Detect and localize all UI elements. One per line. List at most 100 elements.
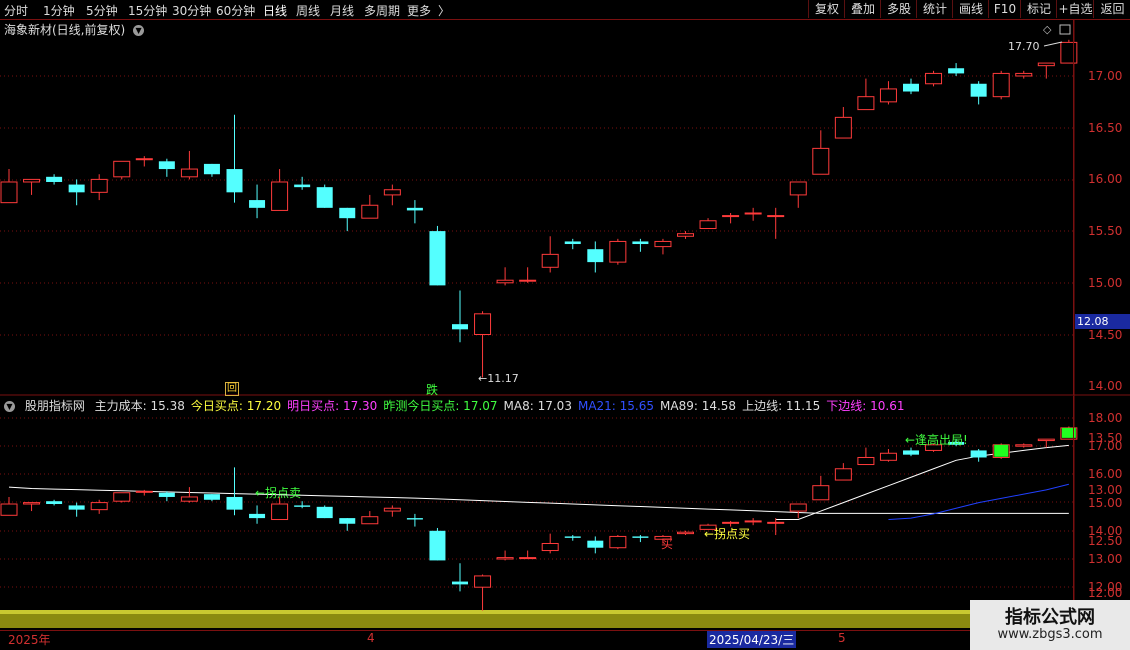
candle-body [722,521,740,524]
indicator-value: 上边线: 11.15 [742,399,821,413]
candle-body [903,450,919,455]
low-price-label: ←11.17 [478,372,519,385]
candle-body [316,187,333,208]
candle-body [632,241,649,245]
sell-signal-label: ←拐点卖 [255,485,301,500]
candle-body [113,492,131,502]
hui-marker: 回 [225,382,239,396]
indicator-value: MA8: 17.03 [503,399,572,413]
upper-axis-tick: 16.50 [1088,120,1123,135]
candle-body [789,503,807,512]
diamond-icon: ◇ [1043,23,1052,36]
upper-axis-tick: 17.00 [1088,69,1123,83]
candle-body [226,496,243,510]
buy-label: 买 [661,537,673,551]
time-label: 4 [367,631,375,645]
ma21-line [888,483,1069,521]
indicator-value: 昨测今日买点: 17.07 [383,399,498,413]
lower-axis-tick: 12.00 [1088,580,1123,595]
candle-body [383,189,401,196]
candle-body [496,557,514,560]
ma-line [8,486,1069,514]
upper-axis-tick: 15.00 [1088,275,1123,290]
candle-body [857,456,875,466]
candle-body [0,181,18,204]
candle-body [1037,438,1055,442]
candle-body [744,212,762,215]
upper-candles [0,39,1078,378]
watermark-url: www.zbgs3.com [997,627,1103,642]
candle-body [789,181,807,196]
candle-body [767,215,785,218]
candle-body [23,178,41,183]
lower-axis-tick: 15.00 [1088,495,1123,510]
candle-body [1015,72,1033,77]
upper-axis-tick: 16.00 [1088,172,1123,187]
indicator-value: 明日买点: 17.30 [287,399,378,413]
crosshair-date-label: 2025/04/23/三 [707,631,797,648]
candle-body [857,96,875,111]
candle-body [339,207,356,219]
watermark-title: 指标公式网 [1005,607,1095,628]
candle-body [564,241,581,245]
candle-body [68,505,85,510]
candle-body [970,450,987,458]
candle-body [0,503,18,516]
candle-body [180,496,198,502]
candle-body [361,516,379,525]
candle-body [46,176,63,182]
time-label: 2025年 [8,633,51,647]
olive-band-top [0,610,970,614]
candle-body [249,513,266,519]
price-chart[interactable]: 17.70 ←11.17 ←拐点卖 ←拐点买买 ←逢高出局! ◇ [0,0,1130,650]
candle-body [46,501,63,505]
candle-body [812,485,830,501]
candle-body [406,207,423,211]
candle-body [609,240,627,263]
candle-body [226,169,243,193]
candle-body [1037,62,1055,67]
candle-body [429,530,446,561]
candle-body [925,72,943,85]
candle-body [519,279,537,282]
candle-body [249,200,266,208]
upper-axis-tick: 14.00 [1088,379,1123,394]
indicator-value: MA89: 14.58 [660,399,737,413]
candle-body [677,531,694,535]
candle-body [699,220,717,230]
upper-axis-tick: 15.50 [1088,224,1123,239]
candle-body [879,452,897,461]
indicator-value: 下边线: 10.61 [826,399,905,413]
window-icon [1059,24,1071,35]
candle-body [970,83,987,97]
candle-body [452,324,468,330]
candle-body [294,505,311,507]
signal-box [994,444,1009,457]
candle-body [654,240,672,248]
candle-body [541,253,559,268]
lower-axis-tick: 18.00 [1088,411,1123,425]
candle-body [834,468,852,481]
indicator-value: 主力成本: 15.38 [94,399,185,413]
watermark-logo: 指标公式网 www.zbgs3.com [970,600,1130,650]
lower-indicator-lines [8,444,1069,521]
candle-body [903,83,919,92]
candle-body [474,575,492,588]
lower-axis-tick: 14.00 [1088,523,1123,538]
candle-body [383,507,401,512]
candle-body [135,158,153,161]
candle-body [879,88,897,103]
upper-axis-tick: 14.50 [1088,327,1123,342]
candle-body [180,168,198,178]
time-label: 5 [838,631,846,645]
high-price-label: 17.70 [1008,40,1040,53]
indicator-name[interactable]: 股朋指标网 [25,399,85,413]
time-axis: 2025年 4 2025/04/23/三 5 [0,630,970,648]
indicator-value: MA21: 15.65 [577,399,655,413]
lower-axis-tick: 17.00 [1088,439,1123,454]
lower-axis-tick: 13.00 [1088,552,1123,566]
candle-body [429,231,446,286]
chevron-down-icon[interactable]: ▼ [4,401,15,412]
candle-body [834,116,852,139]
candle-body [948,68,965,74]
